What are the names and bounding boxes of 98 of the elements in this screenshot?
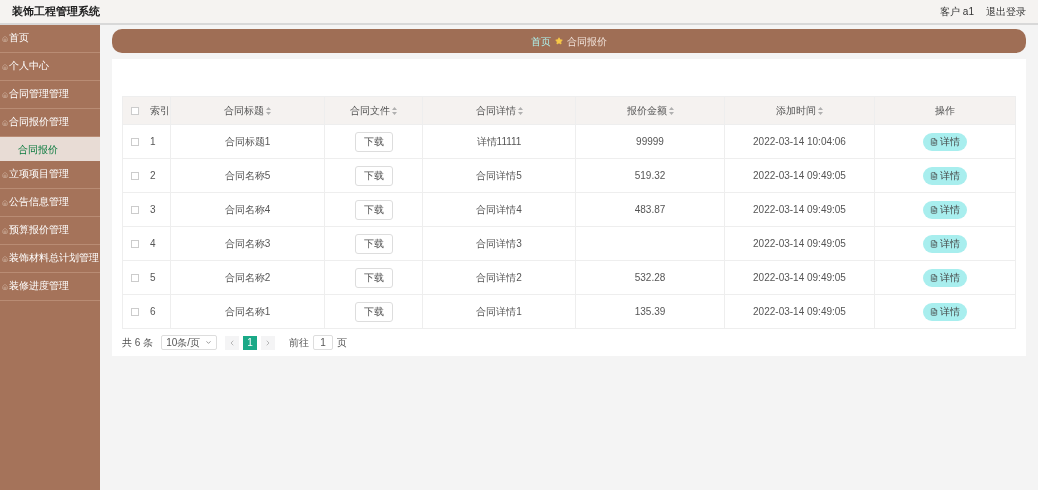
table-cell-text: 2022-03-14 10:04:06: [753, 135, 846, 149]
table-cell-text: 合同详情5: [476, 169, 522, 183]
column-header: 合同标题: [224, 104, 264, 118]
table-cell-text: 合同名称4: [224, 203, 271, 217]
sidebar-item[interactable]: 装饰材料总计划管理: [0, 245, 100, 273]
caret-icon: [205, 339, 213, 346]
detail-button[interactable]: 详情: [923, 166, 967, 185]
table-cell-text: 135.39: [634, 305, 666, 319]
column-header: 合同详情: [475, 104, 516, 118]
table-cell-text: 2: [150, 169, 156, 183]
download-button[interactable]: 下载: [354, 267, 393, 288]
home-icon: [2, 199, 8, 206]
document-icon: [930, 205, 938, 214]
home-icon: [2, 63, 8, 70]
home-icon: [2, 91, 8, 98]
table-cell-text: 合同详情4: [476, 203, 522, 217]
table-cell-text: 2022-03-14 09:49:05: [753, 305, 846, 319]
column-header: 索引: [150, 104, 170, 118]
goto-page-field[interactable]: 1: [313, 335, 334, 350]
table-cell-text: 2022-03-14 09:49:05: [753, 271, 846, 285]
table-cell-text: 519.32: [634, 169, 666, 183]
prev-page-button[interactable]: [225, 335, 240, 350]
home-icon: [2, 119, 8, 126]
sidebar-item[interactable]: 个人中心: [0, 53, 100, 81]
table-cell-text: 99999: [636, 135, 664, 149]
sort-icon[interactable]: [266, 106, 271, 115]
column-header: 合同文件: [350, 104, 390, 118]
detail-button[interactable]: 详情: [923, 302, 967, 321]
table-cell-text: 合同详情2: [476, 271, 522, 285]
column-header: 报价金额: [626, 104, 667, 118]
row-checkbox[interactable]: [130, 273, 139, 282]
document-icon: [930, 307, 938, 316]
table-cell-text: 6: [150, 305, 156, 319]
table-cell-text: 合同名称1: [224, 305, 271, 319]
sidebar-item[interactable]: 预算报价管理: [0, 217, 100, 245]
table-cell-text: 合同名称5: [224, 169, 271, 183]
row-checkbox[interactable]: [130, 205, 139, 214]
star-icon: [555, 37, 563, 45]
table-cell-text: 2022-03-14 09:49:05: [753, 203, 846, 217]
sidebar-item[interactable]: 首页: [0, 25, 100, 53]
row-checkbox[interactable]: [130, 171, 139, 180]
row-checkbox[interactable]: [130, 137, 139, 146]
sort-icon[interactable]: [517, 106, 523, 115]
row-checkbox[interactable]: [130, 307, 139, 316]
detail-button[interactable]: 详情: [923, 200, 967, 219]
breadcrumb-home[interactable]: 首页: [531, 33, 551, 49]
sort-icon[interactable]: [392, 106, 397, 115]
table-cell-text: 483.87: [634, 203, 666, 217]
breadcrumb-current: 合同报价: [567, 34, 607, 49]
document-icon: [930, 171, 938, 180]
table-cell-text: 2022-03-14 09:49:05: [753, 237, 846, 251]
download-button[interactable]: 下载: [354, 165, 393, 186]
detail-button[interactable]: 详情: [923, 132, 967, 151]
next-page-button[interactable]: [261, 335, 276, 350]
table-cell-text: 2022-03-14 09:49:05: [753, 169, 846, 183]
sidebar-item[interactable]: 装修进度管理: [0, 273, 100, 301]
sort-icon[interactable]: [668, 106, 674, 115]
sidebar-item[interactable]: 合同管理管理: [0, 81, 100, 109]
home-icon: [2, 283, 8, 290]
sidebar-subitem[interactable]: 合同报价: [0, 137, 100, 161]
detail-button[interactable]: 详情: [923, 268, 967, 287]
sidebar-item[interactable]: 公告信息管理: [0, 189, 100, 217]
download-button[interactable]: 下载: [354, 233, 393, 254]
home-icon: [2, 255, 8, 262]
page-size-select[interactable]: 10条/页: [161, 335, 218, 350]
page-suffix: 页: [337, 336, 348, 350]
document-icon: [930, 273, 938, 282]
sort-icon[interactable]: [818, 106, 823, 115]
document-icon: [930, 239, 938, 248]
user-label: 客户 a1: [940, 5, 974, 19]
table-cell-text: 详情11111: [476, 135, 522, 149]
row-checkbox[interactable]: [130, 239, 139, 248]
download-button[interactable]: 下载: [354, 199, 393, 220]
total-count: 共 6 条: [122, 336, 154, 350]
table-cell-text: 5: [150, 271, 156, 285]
table-cell-text: 合同名称3: [224, 237, 271, 251]
table-cell-text: 3: [150, 203, 156, 217]
app-title: 装饰工程管理系统: [12, 4, 100, 20]
home-icon: [2, 227, 8, 234]
home-icon: [2, 35, 8, 42]
document-icon: [930, 137, 938, 146]
home-icon: [2, 171, 8, 178]
table-cell-text: 合同标题1: [224, 135, 271, 149]
table-cell-text: 532.28: [634, 271, 666, 285]
logout-link[interactable]: 退出登录: [986, 4, 1026, 19]
table-cell-text: 1: [150, 135, 156, 149]
table-cell-text: 合同详情3: [476, 237, 522, 251]
column-header: 添加时间: [776, 104, 816, 118]
sidebar-item[interactable]: 立项项目管理: [0, 161, 100, 189]
table-cell-text: 合同名称2: [224, 271, 271, 285]
detail-button[interactable]: 详情: [923, 234, 967, 253]
download-button[interactable]: 下载: [354, 131, 393, 152]
select-all-checkbox[interactable]: [130, 106, 139, 115]
table-cell-text: 4: [150, 237, 156, 251]
goto-label: 前往: [289, 336, 310, 350]
download-button[interactable]: 下载: [354, 301, 393, 322]
table-cell-text: 合同详情1: [476, 305, 522, 319]
column-header: 操作: [935, 104, 955, 118]
